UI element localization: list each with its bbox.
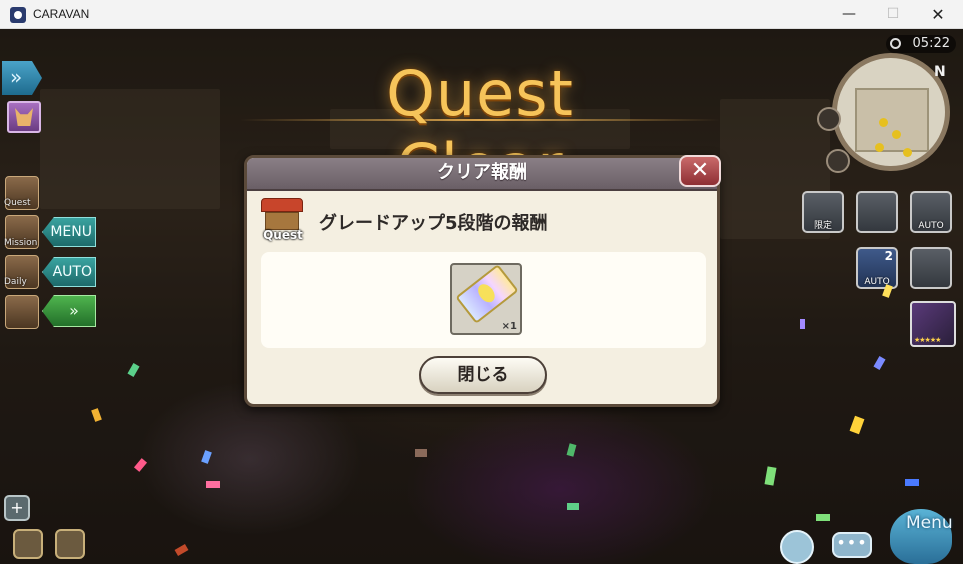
dialog-title: クリア報酬: [437, 162, 527, 183]
minimap-marker: [875, 143, 884, 152]
maximize-button[interactable]: ☐: [870, 0, 916, 29]
compass-north-label: N: [934, 64, 946, 80]
window-titlebar: CARAVAN — ☐ ✕: [0, 0, 963, 29]
fast-forward-icon: »: [10, 65, 23, 89]
reward-item-slot[interactable]: ×1: [450, 263, 522, 335]
compass-button[interactable]: [13, 529, 43, 559]
reward-dialog: クリア報酬 Quest グレードアップ5段階の報酬 ×1 閉じる: [244, 155, 720, 407]
clock-time: 05:22: [912, 36, 950, 51]
character-mask-button[interactable]: [7, 101, 41, 133]
ticket-emblem: [474, 281, 499, 306]
reward-subtitle: グレードアップ5段階の報酬: [319, 213, 548, 234]
close-dialog-button[interactable]: 閉じる: [419, 356, 547, 394]
auto-battle-button[interactable]: 2 AUTO: [856, 247, 898, 289]
confetti-piece: [567, 503, 579, 510]
quest-icon-label: Quest: [263, 228, 303, 242]
minimap-marker: [879, 118, 888, 127]
reward-quantity: ×1: [501, 321, 517, 332]
camera-button[interactable]: [856, 191, 898, 233]
auto-target-button[interactable]: AUTO: [910, 191, 952, 233]
rarity-stars: ★★★★★: [914, 336, 941, 344]
item-box-button[interactable]: [55, 529, 85, 559]
auto-battle-badge: 2: [884, 249, 893, 263]
auto-target-label: AUTO: [918, 221, 944, 231]
confetti-piece: [816, 514, 830, 521]
quest-shop-icon: Quest: [259, 196, 305, 244]
limited-event-button[interactable]: 限定: [802, 191, 844, 233]
reward-panel: ×1: [261, 252, 706, 348]
minimap-room: [855, 88, 929, 152]
confetti-piece: [206, 481, 220, 488]
dialog-header: クリア報酬: [247, 158, 717, 191]
minimap-marker: [903, 148, 912, 157]
dialog-x-close-button[interactable]: ✕: [679, 155, 721, 187]
minimap-toggle-button[interactable]: [817, 107, 841, 131]
treasure-chest-button[interactable]: [5, 295, 39, 329]
confetti-piece: [800, 319, 805, 329]
confetti-piece: [415, 449, 427, 457]
main-menu-label: Menu: [906, 513, 953, 533]
quest-menu-label: Quest: [4, 198, 31, 208]
emote-button[interactable]: [780, 530, 814, 564]
clock-icon: [890, 38, 901, 49]
minimap[interactable]: [832, 53, 950, 171]
mission-menu-label: Mission: [4, 238, 38, 248]
daily-menu-label: Daily: [4, 277, 27, 287]
minimap-marker: [892, 130, 901, 139]
confetti-piece: [905, 479, 919, 486]
ticket-icon: [455, 263, 519, 325]
game-clock: 05:22: [886, 35, 956, 53]
limited-event-label: 限定: [813, 221, 832, 231]
app-icon: [10, 7, 26, 23]
minimize-button[interactable]: —: [826, 0, 872, 29]
window-close-button[interactable]: ✕: [915, 0, 961, 29]
quest-shop-roof: [261, 198, 303, 212]
window-title: CARAVAN: [33, 7, 90, 21]
fox-mask-icon: [15, 108, 33, 126]
chat-button[interactable]: •••: [832, 532, 872, 558]
expand-plus-button[interactable]: +: [4, 495, 30, 521]
minimap-zoom-button[interactable]: [826, 149, 850, 173]
party-button[interactable]: [910, 247, 952, 289]
character-portrait[interactable]: ★★★★★: [910, 301, 956, 347]
